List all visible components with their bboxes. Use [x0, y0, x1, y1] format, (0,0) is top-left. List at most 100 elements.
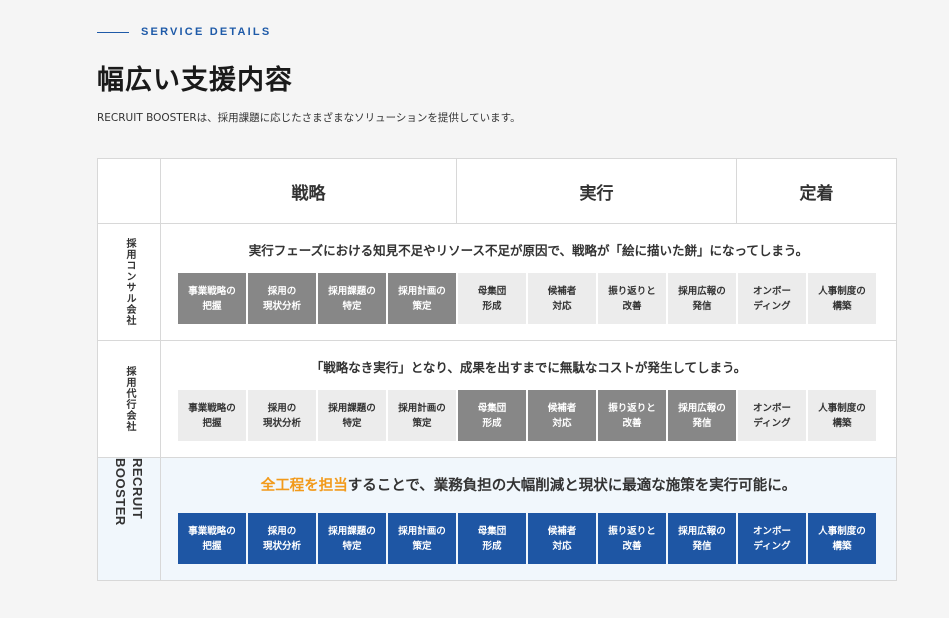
chip-line-1: オンボー: [752, 402, 791, 414]
chip-line-2: 特定: [342, 300, 362, 312]
column-strategy: 戦略: [161, 159, 457, 223]
chip-line-2: 構築: [832, 300, 852, 312]
service-chip: 採用課題の 特定: [318, 273, 386, 324]
service-chip: 候補者 対応: [528, 273, 596, 324]
column-retention: 定着: [799, 183, 834, 204]
row-label-cell: RECRUIT BOOSTER: [98, 458, 161, 580]
service-chip: 採用の 現状分析: [248, 513, 316, 564]
table-header: 戦略 実行 定着: [98, 159, 896, 224]
chip-line-1: 振り返りと: [608, 285, 656, 297]
row-message: 実行フェーズにおける知見不足やリソース不足が原因で、戦略が「絵に描いた餅」になっ…: [248, 243, 809, 258]
chip-line-2: 対応: [552, 540, 572, 552]
chip-line-1: 採用広報の: [678, 402, 726, 414]
chip-line-2: 策定: [412, 417, 432, 429]
chip-line-2: ディング: [753, 540, 791, 552]
chip-line-1: 母集団: [477, 402, 507, 414]
chip-line-2: ディング: [753, 417, 791, 429]
service-chip: 母集団 形成: [458, 273, 526, 324]
chip-line-2: 現状分析: [262, 417, 301, 429]
row-label: 採用代行会社: [124, 366, 135, 432]
service-chip: 採用計画の 策定: [388, 390, 456, 441]
comparison-table: 戦略 実行 定着 採用コンサル会社 実行フェーズにおける知見不足やリソース不足が…: [97, 158, 897, 581]
chip-list: 事業戦略の 把握 採用の 現状分析 採用課題の 特定 採用計画の 策定 母集団 形成 候補者 対応 振り…: [178, 513, 876, 564]
service-chip: 事業戦略の 把握: [178, 513, 246, 564]
chip-line-1: 母集団: [477, 525, 507, 537]
chip-line-2: 策定: [412, 540, 432, 552]
service-chip: 人事制度の 構築: [808, 513, 876, 564]
chip-line-1: 採用計画の: [398, 402, 446, 414]
service-chip: 事業戦略の 把握: [178, 390, 246, 441]
chip-line-2: 特定: [342, 417, 362, 429]
chip-line-1: 採用課題の: [328, 525, 376, 537]
service-chip: 採用広報の 発信: [668, 273, 736, 324]
chip-line-1: 振り返りと: [608, 525, 656, 537]
chip-line-1: 母集団: [477, 285, 507, 297]
chip-line-2: 把握: [202, 540, 222, 552]
row-label: 採用コンサル会社: [124, 238, 135, 326]
service-chip: 採用広報の 発信: [668, 513, 736, 564]
service-chip: 採用課題の 特定: [318, 390, 386, 441]
chip-line-1: 事業戦略の: [188, 402, 236, 414]
chip-line-2: 現状分析: [262, 540, 301, 552]
chip-line-1: 候補者: [547, 285, 577, 297]
chip-line-1: 人事制度の: [818, 525, 866, 537]
chip-line-1: 事業戦略の: [188, 285, 236, 297]
service-chip: オンボー ディング: [738, 513, 806, 564]
chip-line-2: 形成: [482, 540, 502, 552]
chip-line-2: 改善: [622, 417, 642, 429]
message-highlight: 全工程を担当: [260, 478, 348, 494]
chip-line-2: 構築: [832, 417, 852, 429]
chip-line-1: 採用課題の: [328, 285, 376, 297]
chip-line-1: 採用計画の: [398, 285, 446, 297]
chip-line-2: ディング: [753, 300, 791, 312]
message-rest: することで、業務負担の大幅削減と現状に最適な施策を実行可能に。: [347, 478, 797, 494]
row-consulting: 採用コンサル会社 実行フェーズにおける知見不足やリソース不足が原因で、戦略が「絵…: [98, 224, 896, 341]
service-chip: 候補者 対応: [528, 390, 596, 441]
chip-list: 事業戦略の 把握 採用の 現状分析 採用課題の 特定 採用計画の 策定 母集団 形成 候補者 対応 振り…: [178, 390, 876, 441]
service-chip: 採用の 現状分析: [248, 390, 316, 441]
chip-line-1: 人事制度の: [818, 402, 866, 414]
chip-line-2: 現状分析: [262, 300, 301, 312]
eyebrow-label: SERVICE DETAILS: [141, 26, 272, 38]
chip-line-1: 事業戦略の: [188, 525, 236, 537]
row-outsourcing: 採用代行会社 「戦略なき実行」となり、成果を出すまでに無駄なコストが発生してしま…: [98, 341, 896, 458]
service-chip: 採用課題の 特定: [318, 513, 386, 564]
row-label-cell: 採用代行会社: [98, 341, 161, 457]
chip-line-2: 特定: [342, 540, 362, 552]
chip-list: 事業戦略の 把握 採用の 現状分析 採用課題の 特定 採用計画の 策定 母集団 形成 候補者 対応 振り…: [178, 273, 876, 324]
chip-line-2: 形成: [482, 300, 502, 312]
chip-line-2: 発信: [692, 540, 712, 552]
chip-line-1: 振り返りと: [608, 402, 656, 414]
chip-line-1: 候補者: [547, 525, 577, 537]
chip-line-2: 改善: [622, 540, 642, 552]
eyebrow-line: [97, 31, 129, 33]
section-lead: RECRUIT BOOSTERは、採用課題に応じたさまざまなソリューションを提供…: [97, 112, 521, 124]
service-chip: 採用の 現状分析: [248, 273, 316, 324]
chip-line-1: 採用課題の: [328, 402, 376, 414]
chip-line-1: オンボー: [752, 525, 791, 537]
service-chip: 候補者 対応: [528, 513, 596, 564]
chip-line-1: 採用の: [267, 402, 297, 414]
header-corner: [98, 159, 161, 223]
chip-line-1: 採用計画の: [398, 525, 446, 537]
chip-line-2: 改善: [622, 300, 642, 312]
chip-line-1: 候補者: [547, 402, 577, 414]
service-chip: 事業戦略の 把握: [178, 273, 246, 324]
chip-line-2: 把握: [202, 300, 222, 312]
service-chip: 人事制度の 構築: [808, 273, 876, 324]
chip-line-2: 対応: [552, 417, 572, 429]
service-chip: 採用計画の 策定: [388, 513, 456, 564]
chip-line-1: オンボー: [752, 285, 791, 297]
row-recruit-booster: RECRUIT BOOSTER 全工程を担当することで、業務負担の大幅削減と現状…: [98, 458, 896, 580]
chip-line-2: 発信: [692, 300, 712, 312]
service-chip: 採用計画の 策定: [388, 273, 456, 324]
service-chip: 人事制度の 構築: [808, 390, 876, 441]
row-message: 全工程を担当することで、業務負担の大幅削減と現状に最適な施策を実行可能に。: [161, 474, 896, 495]
chip-line-2: 対応: [552, 300, 572, 312]
service-chip: 振り返りと 改善: [598, 273, 666, 324]
chip-line-1: 採用の: [267, 525, 297, 537]
chip-line-2: 形成: [482, 417, 502, 429]
service-chip: 採用広報の 発信: [668, 390, 736, 441]
row-label: RECRUIT BOOSTER: [113, 458, 145, 526]
chip-line-1: 採用広報の: [678, 525, 726, 537]
